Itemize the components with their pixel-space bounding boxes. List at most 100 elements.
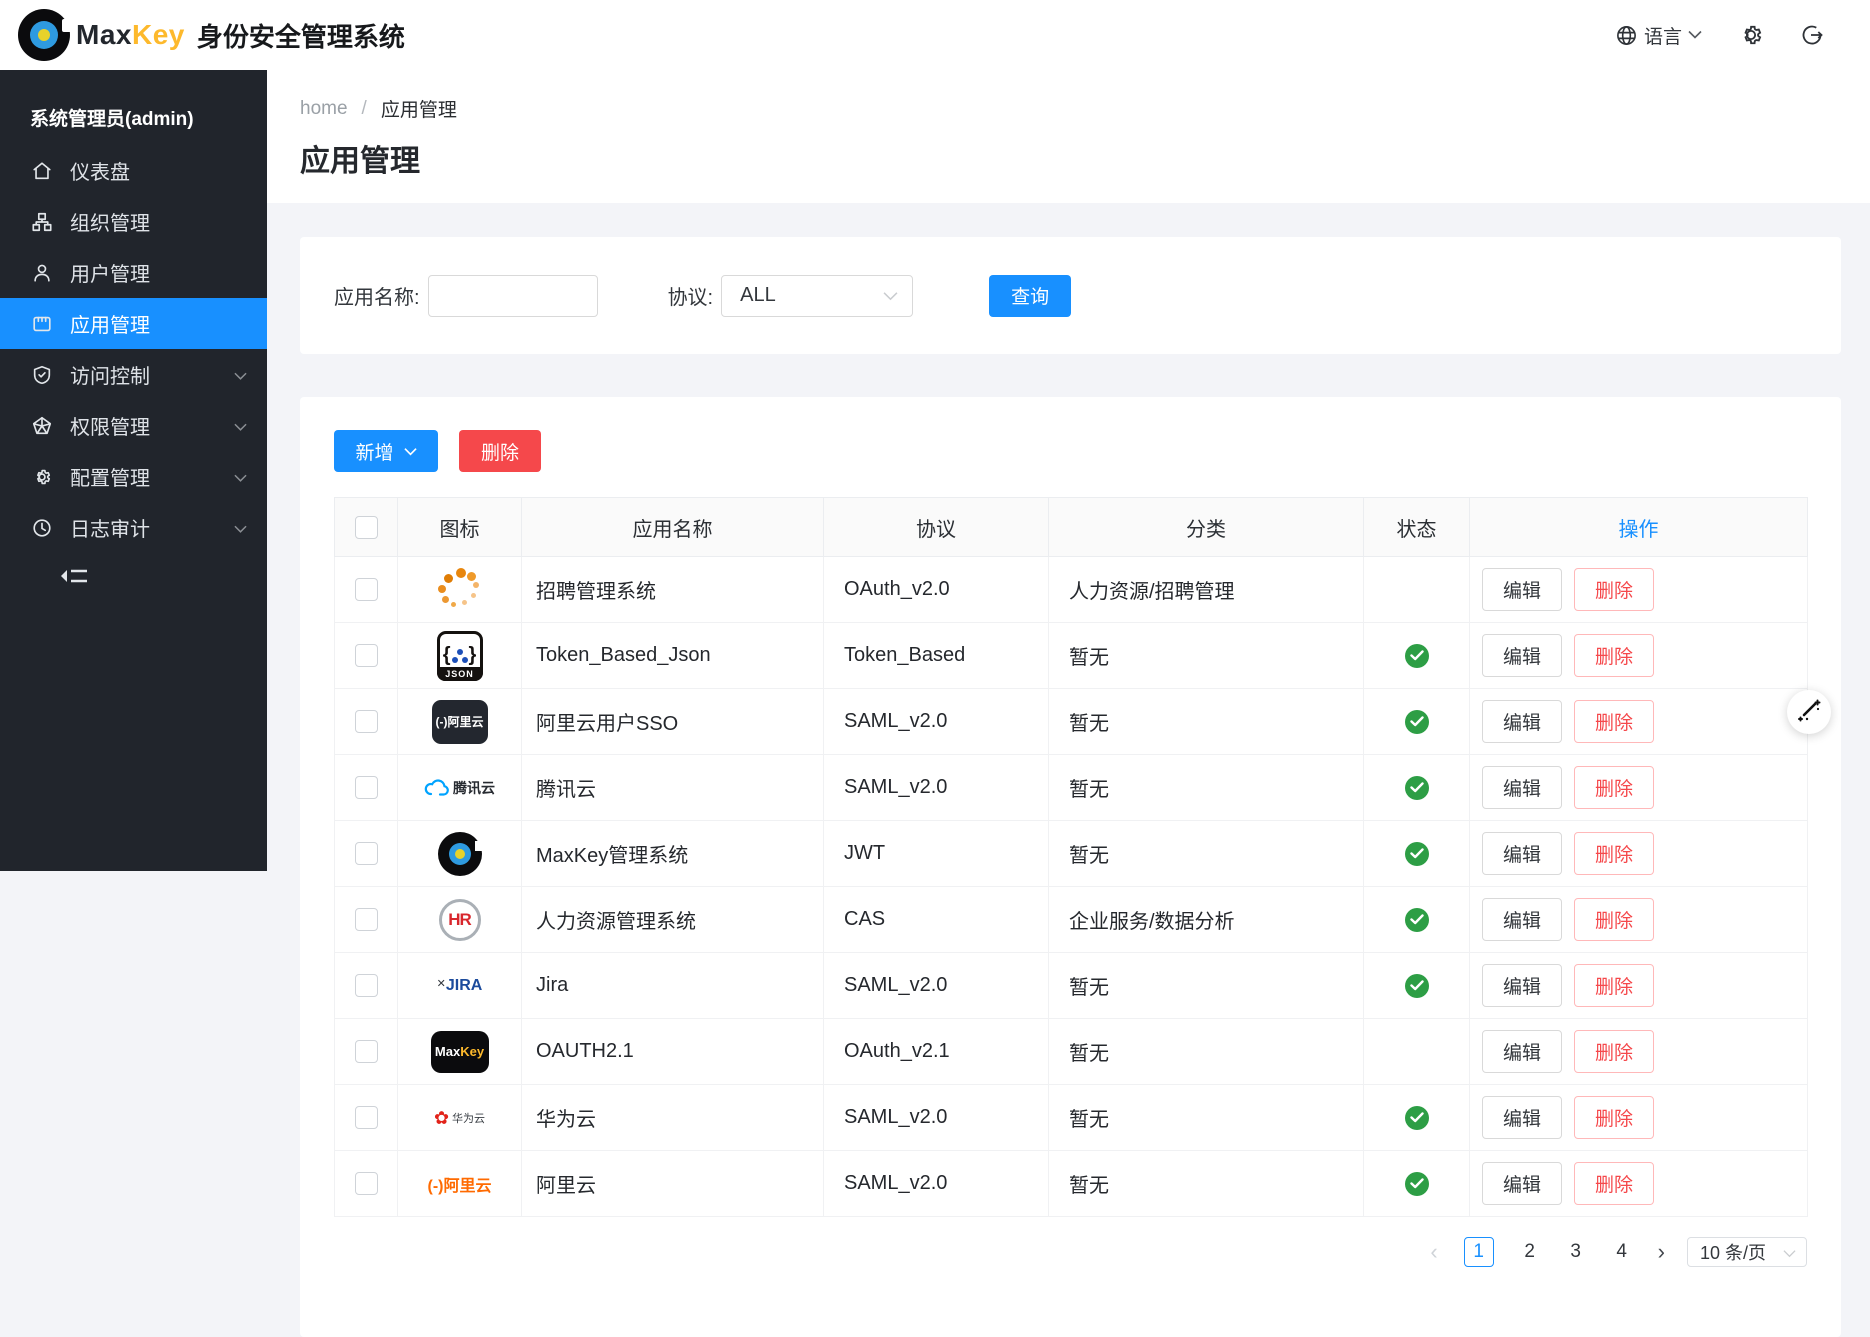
maxkey-text-icon: MaxKey [398, 1019, 521, 1084]
row-checkbox[interactable] [355, 1106, 378, 1129]
edit-button[interactable]: 编辑 [1482, 568, 1562, 611]
delete-button[interactable]: 删除 [1574, 1162, 1654, 1205]
row-checkbox[interactable] [355, 644, 378, 667]
app-name-cell: 阿里云用户SSO [522, 689, 824, 755]
table-row: MaxKey管理系统JWT暂无编辑删除 [335, 821, 1808, 887]
add-button[interactable]: 新增 [334, 430, 438, 472]
add-button-label: 新增 [355, 438, 393, 465]
protocol-select[interactable]: ALL [721, 275, 913, 317]
row-select-cell [335, 821, 398, 887]
row-select-cell [335, 755, 398, 821]
edit-button[interactable]: 编辑 [1482, 898, 1562, 941]
chevron-down-icon [404, 440, 417, 462]
row-checkbox[interactable] [355, 1040, 378, 1063]
status-cell [1364, 557, 1470, 623]
page-number-4[interactable]: 4 [1612, 1241, 1632, 1263]
shield-check-icon [30, 363, 54, 387]
actions-cell: 编辑删除 [1470, 755, 1808, 821]
edit-button[interactable]: 编辑 [1482, 700, 1562, 743]
edit-button[interactable]: 编辑 [1482, 1096, 1562, 1139]
sidebar-item-label: 仪表盘 [70, 156, 130, 185]
sidebar-item-apps[interactable]: 应用管理 [0, 298, 267, 349]
row-checkbox[interactable] [355, 578, 378, 601]
row-checkbox[interactable] [355, 1172, 378, 1195]
search-button[interactable]: 查询 [989, 275, 1071, 317]
sidebar-item-org[interactable]: 组织管理 [0, 196, 267, 247]
delete-button[interactable]: 删除 [1574, 898, 1654, 941]
sidebar-item-users[interactable]: 用户管理 [0, 247, 267, 298]
row-checkbox[interactable] [355, 710, 378, 733]
app-icon-cell: (-)阿里云 [398, 1151, 522, 1217]
delete-button[interactable]: 删除 [1574, 568, 1654, 611]
status-active-icon [1405, 644, 1429, 668]
prev-page-icon[interactable]: ‹ [1430, 1241, 1437, 1263]
page-size-value: 10 条/页 [1700, 1239, 1766, 1265]
row-checkbox[interactable] [355, 842, 378, 865]
app-name-input[interactable] [428, 275, 598, 317]
sidebar-item-perm[interactable]: 权限管理 [0, 400, 267, 451]
edit-button[interactable]: 编辑 [1482, 634, 1562, 677]
sidebar-item-audit[interactable]: 日志审计 [0, 502, 267, 553]
actions-cell: 编辑删除 [1470, 1085, 1808, 1151]
sidebar-item-label: 用户管理 [70, 258, 150, 287]
sidebar-item-config[interactable]: 配置管理 [0, 451, 267, 502]
edit-button[interactable]: 编辑 [1482, 1162, 1562, 1205]
delete-button[interactable]: 删除 [1574, 1030, 1654, 1073]
sidebar-item-label: 日志审计 [70, 513, 150, 542]
delete-button[interactable]: 删除 [1574, 634, 1654, 677]
delete-button[interactable]: 删除 [1574, 832, 1654, 875]
top-header: MaxKey 身份安全管理系统 语言 [0, 0, 1870, 70]
actions-cell: 编辑删除 [1470, 623, 1808, 689]
edit-button[interactable]: 编辑 [1482, 766, 1562, 809]
bulk-delete-button[interactable]: 删除 [459, 430, 541, 472]
tencent-cloud-icon: 腾讯云 [398, 755, 521, 820]
status-active-icon [1405, 776, 1429, 800]
page-number-1[interactable]: 1 [1464, 1237, 1494, 1267]
table-row: HR人力资源管理系统CAS企业服务/数据分析编辑删除 [335, 887, 1808, 953]
status-cell [1364, 623, 1470, 689]
sidebar-item-dashboard[interactable]: 仪表盘 [0, 145, 267, 196]
actions-cell: 编辑删除 [1470, 953, 1808, 1019]
row-checkbox[interactable] [355, 974, 378, 997]
language-menu[interactable]: 语言 [1615, 22, 1702, 49]
sidebar: 系统管理员(admin) 仪表盘组织管理用户管理应用管理访问控制权限管理配置管理… [0, 70, 267, 871]
table-row: ✿华为云华为云SAML_v2.0暂无编辑删除 [335, 1085, 1808, 1151]
json-token-icon: {}JSON [398, 623, 521, 688]
collapse-sidebar-button[interactable] [0, 563, 267, 594]
magic-wand-fab[interactable] [1787, 690, 1831, 734]
topbar-actions: 语言 [1615, 22, 1870, 49]
next-page-icon[interactable]: › [1658, 1241, 1665, 1263]
delete-button[interactable]: 删除 [1574, 766, 1654, 809]
app-icon-cell: (-)阿里云 [398, 689, 522, 755]
edit-button[interactable]: 编辑 [1482, 964, 1562, 1007]
delete-button[interactable]: 删除 [1574, 1096, 1654, 1139]
page-size-select[interactable]: 10 条/页 [1687, 1237, 1807, 1267]
delete-button[interactable]: 删除 [1574, 700, 1654, 743]
delete-button[interactable]: 删除 [1574, 964, 1654, 1007]
row-select-cell [335, 1085, 398, 1151]
page-number-3[interactable]: 3 [1566, 1241, 1586, 1263]
breadcrumb-home-link[interactable]: home [300, 98, 348, 120]
table-row: (-)阿里云阿里云SAML_v2.0暂无编辑删除 [335, 1151, 1808, 1217]
row-checkbox[interactable] [355, 908, 378, 931]
sidebar-item-access[interactable]: 访问控制 [0, 349, 267, 400]
table-header-row: 图标 应用名称 协议 分类 状态 操作 [335, 498, 1808, 557]
breadcrumb-separator: / [362, 98, 367, 120]
status-cell [1364, 689, 1470, 755]
filter-panel: 应用名称: 协议: ALL 查询 [300, 237, 1841, 354]
category-cell: 暂无 [1049, 953, 1364, 1019]
org-icon [30, 210, 54, 234]
settings-gear-icon[interactable] [1738, 22, 1764, 48]
app-icon-cell [398, 821, 522, 887]
edit-button[interactable]: 编辑 [1482, 1030, 1562, 1073]
app-icon-cell: {}JSON [398, 623, 522, 689]
row-checkbox[interactable] [355, 776, 378, 799]
select-all-checkbox[interactable] [355, 516, 378, 539]
app-icon-cell: MaxKey [398, 1019, 522, 1085]
edit-button[interactable]: 编辑 [1482, 832, 1562, 875]
logout-icon[interactable] [1800, 23, 1824, 47]
maxkey-logo-icon [398, 821, 521, 886]
table-row: ✕JIRAJiraSAML_v2.0暂无编辑删除 [335, 953, 1808, 1019]
page-number-2[interactable]: 2 [1520, 1241, 1540, 1263]
status-cell [1364, 755, 1470, 821]
